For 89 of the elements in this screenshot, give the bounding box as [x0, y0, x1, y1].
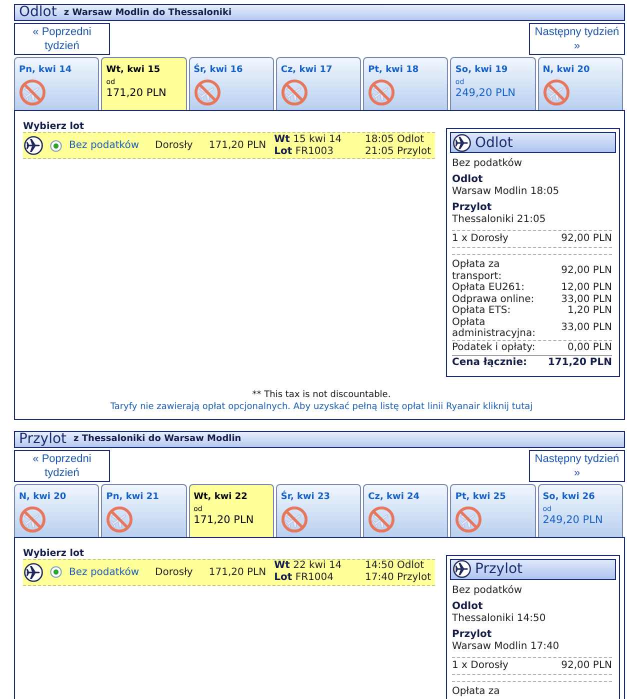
fare-type: Bez podatków — [452, 158, 524, 170]
flight-price: 171,20 PLN — [208, 140, 266, 151]
departure-label: Odlot — [452, 600, 484, 612]
passenger-label: 1 x Dorosły — [452, 660, 508, 672]
day-tab[interactable]: Cz, kwi 24 — [363, 484, 448, 536]
departure-info: Warsaw Modlin 18:05 — [452, 186, 560, 198]
radio-button[interactable] — [50, 140, 62, 152]
total-amount: 171,20 PLN — [548, 356, 612, 368]
total-label: Cena łącznie: — [452, 356, 528, 368]
no-flights-icon — [368, 79, 396, 106]
airplane-icon — [24, 562, 43, 582]
arrival-time: 21:05 Przylot — [365, 146, 431, 158]
previous-week-button[interactable]: « Poprzedni tydzień — [14, 23, 110, 55]
arrival-info: Warsaw Modlin 17:40 — [452, 640, 560, 652]
flight-date: Wt 15 kwi 14 — [274, 134, 342, 146]
fare-price: 249,20 PLN — [542, 514, 603, 526]
route-text: z Warsaw Modlin do Thessaloniki — [64, 6, 232, 18]
fee-label: Opłata EU261: — [452, 282, 526, 294]
next-week-button[interactable]: Następny tydzień » — [529, 450, 625, 482]
arrival-label: Przylot — [452, 628, 493, 640]
no-flights-icon — [542, 79, 570, 106]
radio-button[interactable] — [50, 566, 62, 578]
summary-title: Przylot — [475, 561, 523, 577]
fare-link[interactable]: Bez podatków — [69, 566, 140, 578]
taxes-amount: 0,00 PLN — [567, 342, 612, 354]
fee-label: Opłata za transport: — [452, 259, 503, 282]
fee-amount: 33,00 PLN — [560, 322, 612, 334]
fare-price: 171,20 PLN — [194, 514, 254, 526]
flight-row[interactable]: Bez podatków Dorosły 171,20 PLN Wt 22 kwi 14 Lot FR1004 14:50 Odlot 17:40 Przylot — [23, 558, 435, 586]
no-flights-icon — [106, 506, 134, 532]
day-tab[interactable]: Cz, kwi 17 — [276, 57, 362, 110]
no-flights-icon — [280, 506, 308, 532]
no-flights-icon — [19, 506, 46, 532]
passenger-amount: 92,00 PLN — [561, 660, 612, 672]
departure-time: 14:50 Odlot — [365, 560, 426, 572]
day-tab[interactable]: Śr, kwi 23 — [276, 484, 362, 536]
airplane-icon — [24, 136, 43, 155]
flight-row[interactable]: Bez podatków Dorosły 171,20 PLN Wt 15 kwi 14 Lot FR1003 18:05 Odlot 21:05 Przylot — [23, 132, 435, 159]
airplane-icon — [453, 134, 471, 152]
fee-amount: 92,00 PLN — [560, 264, 612, 276]
next-week-button[interactable]: Następny tydzień » — [529, 23, 625, 55]
airplane-icon — [453, 560, 471, 578]
day-tab[interactable]: Pt, kwi 25 — [450, 484, 536, 536]
fee-amount: 1,20 PLN — [566, 305, 612, 316]
flight-price: 171,20 PLN — [208, 566, 266, 578]
previous-week-button[interactable]: « Poprzedni tydzień — [14, 450, 110, 482]
fare-type: Bez podatków — [452, 584, 524, 596]
fare-price: 249,20 PLN — [455, 87, 516, 100]
arrival-time: 17:40 Przylot — [365, 572, 431, 584]
flight-number: Lot FR1003 — [274, 146, 334, 158]
route-text: z Thessaloniki do Warsaw Modlin — [74, 433, 242, 445]
no-flights-icon — [280, 79, 308, 106]
departure-label: Odlot — [452, 174, 484, 186]
choose-flight-heading: Wybierz lot — [23, 121, 86, 132]
passenger-label: 1 x Dorosły — [452, 233, 508, 245]
flight-date: Wt 22 kwi 14 — [274, 560, 342, 572]
passenger-amount: 92,00 PLN — [561, 233, 612, 245]
no-flights-icon — [19, 79, 46, 106]
fee-amount: 12,00 PLN — [560, 282, 612, 294]
section-title: Przylot — [19, 432, 67, 446]
passenger-type: Dorosły — [155, 140, 193, 151]
day-tab[interactable]: Pn, kwi 14 — [14, 57, 100, 110]
arrival-label: Przylot — [452, 202, 493, 214]
passenger-type: Dorosły — [155, 566, 193, 578]
day-tab[interactable]: Śr, kwi 16 — [188, 57, 274, 110]
arrival-info: Thessaloniki 21:05 — [452, 214, 547, 226]
day-tab[interactable]: Pn, kwi 21 — [101, 484, 187, 536]
footnote-text: ** This tax is not discountable. — [252, 388, 391, 400]
day-tab[interactable]: N, kwi 20 — [538, 57, 623, 110]
no-flights-icon — [368, 506, 396, 532]
summary-title: Odlot — [475, 134, 513, 150]
fee-amount: 33,00 PLN — [560, 294, 612, 305]
fee-label: Opłata ETS: — [452, 305, 512, 316]
day-tab[interactable]: Pt, kwi 18 — [363, 57, 448, 110]
flight-number: Lot FR1004 — [274, 572, 334, 584]
section-title: Odlot — [19, 5, 57, 20]
no-flights-icon — [194, 79, 221, 106]
fees-info-link[interactable]: Taryfy nie zawierają opłat opcjonalnych. Aby uzyskać pełną listę opłat linii Ryanair kliknij tutaj — [110, 400, 533, 412]
day-tab[interactable]: N, kwi 20 — [14, 484, 100, 536]
fee-label: Opłata za — [452, 686, 501, 697]
taxes-label: Podatek i opłaty: — [452, 342, 536, 354]
fare-price: 171,20 PLN — [106, 87, 166, 100]
choose-flight-heading: Wybierz lot — [23, 548, 86, 558]
departure-time: 18:05 Odlot — [365, 134, 426, 146]
fee-label: Odprawa online: — [452, 294, 536, 304]
fare-link[interactable]: Bez podatków — [69, 140, 140, 151]
fee-label: Opłata administracyjna: — [452, 316, 537, 340]
no-flights-icon — [455, 506, 482, 532]
departure-info: Thessaloniki 14:50 — [452, 612, 547, 624]
